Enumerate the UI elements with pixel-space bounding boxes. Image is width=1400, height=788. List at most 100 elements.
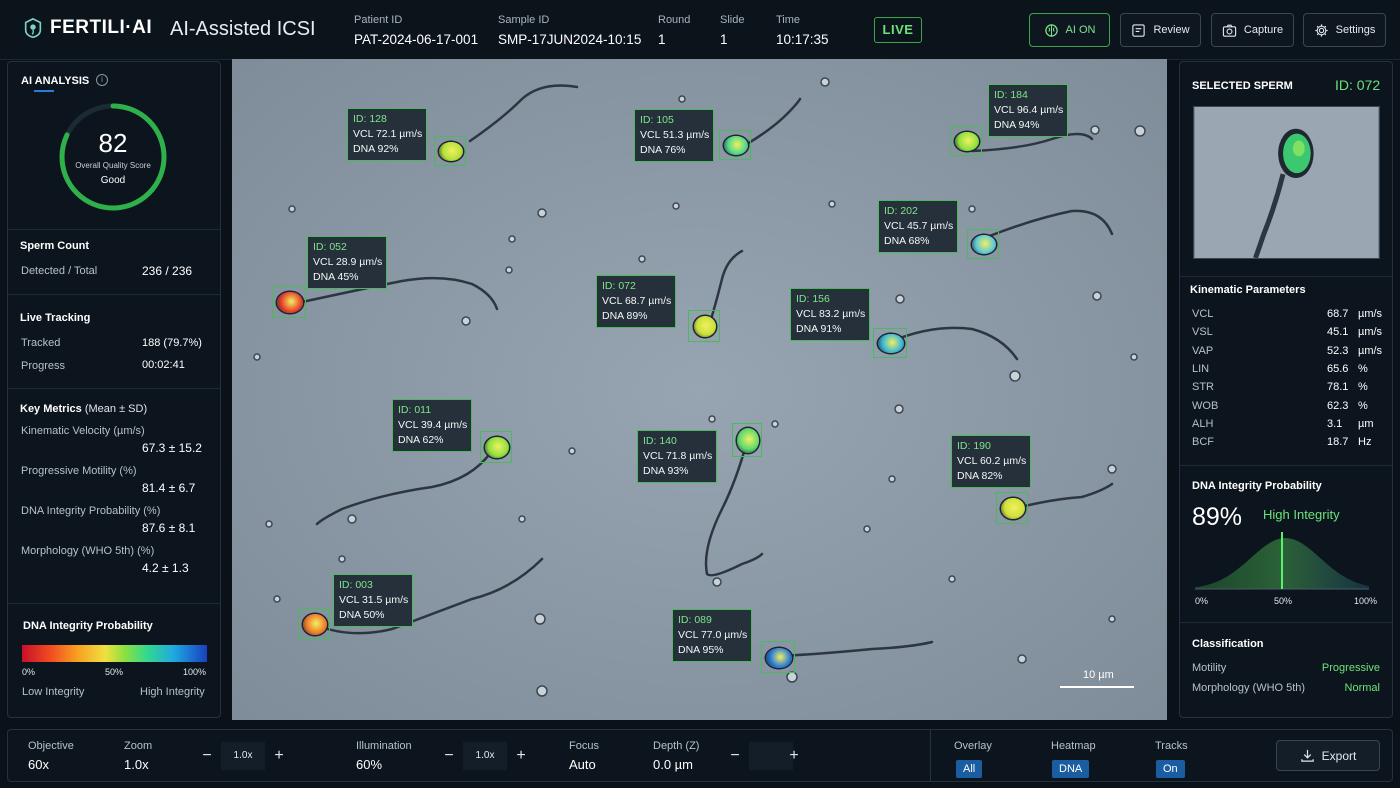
- param-name: BCF: [1192, 436, 1214, 449]
- sperm-label[interactable]: ID: 156 VCL 83.2 µm/s DNA 91%: [790, 288, 871, 341]
- sperm-box[interactable]: [996, 492, 1028, 524]
- sperm-box[interactable]: [732, 423, 762, 457]
- sperm-box[interactable]: [761, 641, 795, 673]
- sperm-label-id: ID: 011: [398, 404, 432, 416]
- sperm-box[interactable]: [873, 328, 907, 358]
- zoom-stepper[interactable]: 1.0x: [221, 742, 265, 770]
- zoom-decrease-button[interactable]: −: [193, 742, 221, 770]
- selected-sperm-panel: SELECTED SPERM ID: 072 Kinematic Paramet…: [1179, 61, 1393, 718]
- sperm-label-dna: DNA 92%: [353, 143, 399, 155]
- metric-value: 87.6 ± 8.1: [142, 521, 196, 535]
- sperm-label[interactable]: ID: 072 VCL 68.7 µm/s DNA 89%: [596, 275, 677, 328]
- metric-label: Kinematic Velocity (µm/s): [21, 425, 145, 437]
- brand-name: FERTILI·AI: [50, 17, 153, 38]
- sperm-label-vcl: VCL 60.2 µm/s: [957, 455, 1027, 467]
- sperm-head: [439, 142, 463, 161]
- ai-analysis-title: AI ANALYSIS: [21, 75, 90, 87]
- illumination-stepper[interactable]: 1.0x: [463, 742, 507, 770]
- ai-analysis-panel: AI ANALYSIS i 82 Overall Quality Score G…: [7, 61, 221, 718]
- zoom-increase-button[interactable]: +: [265, 742, 293, 770]
- detected-value: 236 / 236: [142, 264, 193, 278]
- sperm-label-id: ID: 105: [640, 114, 674, 126]
- sperm-label-vcl: VCL 77.0 µm/s: [678, 629, 748, 641]
- sample-id-label: Sample ID: [498, 14, 550, 26]
- sperm-box[interactable]: [688, 310, 720, 342]
- sperm-label-id: ID: 202: [884, 205, 918, 217]
- sperm-count-title: Sperm Count: [20, 240, 90, 252]
- sperm-label[interactable]: ID: 105 VCL 51.3 µm/s DNA 76%: [634, 109, 715, 162]
- param-unit: %: [1358, 381, 1368, 394]
- sperm-label[interactable]: ID: 052 VCL 28.9 µm/s DNA 45%: [307, 236, 388, 289]
- heatmap-select[interactable]: DNA: [1052, 760, 1090, 778]
- heatmap-label: Heatmap: [1051, 740, 1096, 752]
- gear-icon: [1315, 23, 1328, 37]
- param-name: STR: [1192, 381, 1214, 394]
- tracks-toggle[interactable]: On: [1156, 760, 1185, 778]
- sperm-box[interactable]: [272, 286, 306, 318]
- capture-button[interactable]: Capture: [1211, 13, 1294, 47]
- tracked-label: Tracked: [21, 337, 61, 349]
- sperm-label[interactable]: ID: 089 VCL 77.0 µm/s DNA 95%: [672, 609, 753, 662]
- sperm-label[interactable]: ID: 190 VCL 60.2 µm/s DNA 82%: [951, 435, 1032, 488]
- sperm-label-vcl: VCL 39.4 µm/s: [398, 419, 468, 431]
- illumination-decrease-button[interactable]: −: [435, 742, 463, 770]
- settings-button[interactable]: Settings: [1303, 13, 1386, 47]
- param-name: VCL: [1192, 308, 1214, 320]
- illumination-increase-button[interactable]: +: [507, 742, 535, 770]
- depth-decrease-button[interactable]: −: [721, 742, 749, 770]
- sperm-head: [303, 614, 327, 635]
- review-button[interactable]: Review: [1120, 13, 1201, 47]
- tracked-value: 188 (79.7%): [142, 337, 202, 349]
- microscope-view[interactable]: ID: 128 VCL 72.1 µm/s DNA 92% ID: 105 VCL 5…: [232, 59, 1167, 720]
- sperm-head: [878, 334, 904, 353]
- time-value: 10:17:35: [776, 32, 829, 47]
- sperm-label[interactable]: ID: 128 VCL 72.1 µm/s DNA 92%: [347, 108, 428, 161]
- param-value: 52.3: [1327, 344, 1349, 357]
- morphology-label: Morphology (WHO 5th): [1192, 682, 1306, 694]
- depth-increase-button[interactable]: +: [780, 742, 808, 770]
- detected-label: Detected / Total: [21, 265, 98, 277]
- sperm-box[interactable]: [434, 136, 466, 166]
- patient-id-value: PAT-2024-06-17-001: [354, 32, 479, 47]
- progress-value: 00:02:41: [142, 359, 185, 371]
- overlay-select[interactable]: All: [956, 760, 983, 778]
- divider: [8, 294, 220, 295]
- control-bar: Objective 60x Zoom 1.0x − 1.0x + Illumin…: [7, 729, 1393, 782]
- divider: [8, 603, 220, 604]
- sperm-box[interactable]: [950, 126, 982, 156]
- sperm-box[interactable]: [298, 608, 330, 640]
- param-name: WOB: [1192, 399, 1219, 412]
- selected-sperm-thumbnail: [1193, 106, 1380, 259]
- sperm-head: [972, 235, 996, 254]
- ai-toggle-label: AI ON: [1065, 24, 1096, 36]
- sperm-box[interactable]: [480, 431, 512, 463]
- time-label: Time: [776, 14, 801, 26]
- sperm-box[interactable]: [719, 130, 751, 160]
- overlay-label: Overlay: [954, 740, 992, 752]
- sperm-label[interactable]: ID: 184 VCL 96.4 µm/s DNA 94%: [988, 84, 1069, 137]
- export-button[interactable]: Export: [1276, 740, 1380, 771]
- sperm-label[interactable]: ID: 003 VCL 31.5 µm/s DNA 50%: [333, 574, 414, 627]
- sperm-label-dna: DNA 62%: [398, 434, 444, 446]
- objective-value[interactable]: 60x: [28, 757, 49, 772]
- sperm-label[interactable]: ID: 140 VCL 71.8 µm/s DNA 93%: [637, 430, 718, 483]
- tracks-label: Tracks: [1155, 740, 1188, 752]
- low-integrity-label: Low Integrity: [22, 686, 85, 698]
- info-icon[interactable]: i: [96, 74, 108, 86]
- sperm-box[interactable]: [967, 229, 999, 259]
- param-value: 45.1: [1327, 326, 1349, 339]
- focus-value[interactable]: Auto: [569, 757, 596, 772]
- sperm-label-dna: DNA 91%: [796, 323, 842, 335]
- ai-toggle-button[interactable]: AI ON: [1029, 13, 1110, 47]
- sperm-label-vcl: VCL 68.7 µm/s: [602, 295, 672, 307]
- sperm-head: [485, 437, 509, 458]
- scale-bar: [1060, 686, 1134, 688]
- sperm-label[interactable]: ID: 202 VCL 45.7 µm/s DNA 68%: [878, 200, 959, 253]
- sperm-label-id: ID: 156: [796, 293, 830, 305]
- sperm-label-vcl: VCL 96.4 µm/s: [994, 104, 1064, 116]
- divider: [930, 730, 931, 781]
- sperm-label[interactable]: ID: 011 VCL 39.4 µm/s DNA 62%: [392, 399, 473, 452]
- progress-label: Progress: [21, 360, 66, 372]
- param-value: 3.1: [1327, 417, 1343, 430]
- param-unit: %: [1358, 362, 1368, 375]
